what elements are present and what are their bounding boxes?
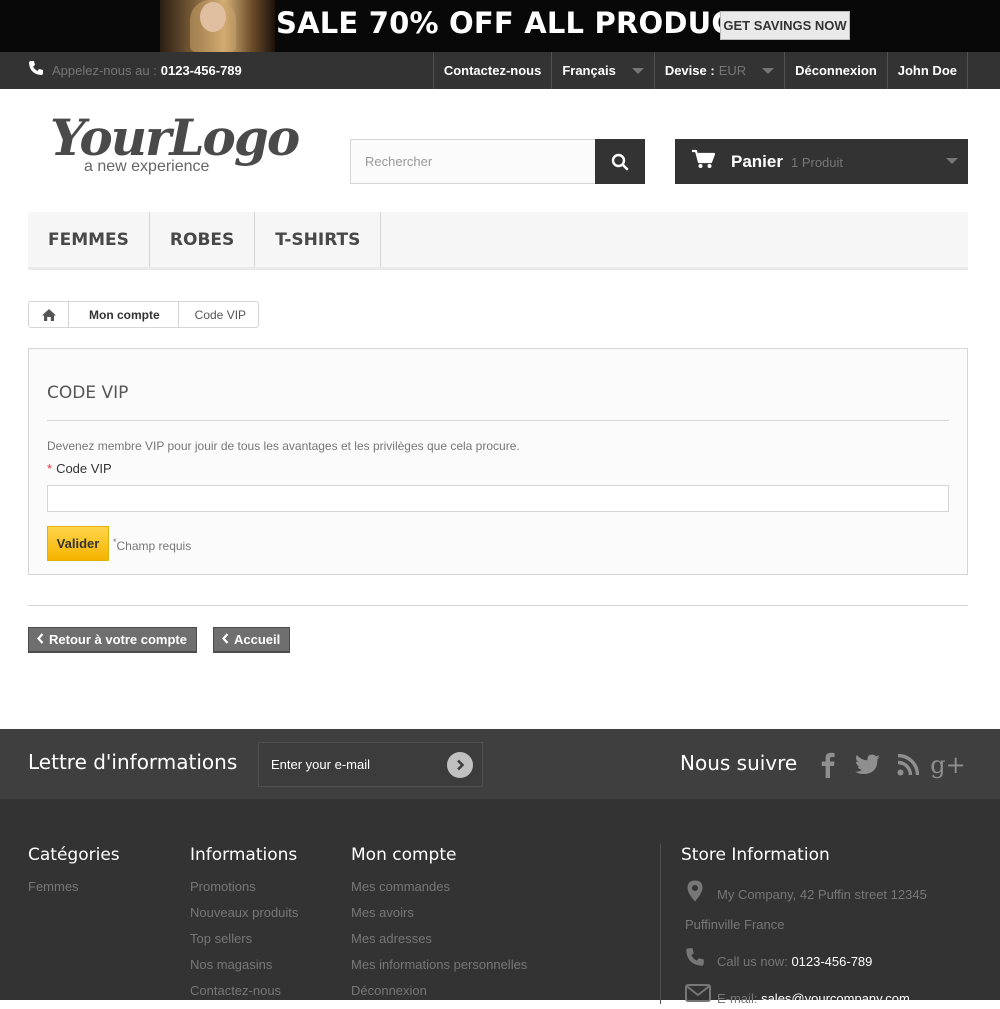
footer-link[interactable]: Déconnexion [351,983,527,1009]
store-address-2: Puffinville France [685,917,785,932]
required-note-text: Champ requis [116,539,192,553]
currency-label: Devise : [664,63,715,78]
footer: Catégories Femmes Informations Promotion… [0,799,1000,1006]
banner-model-image [160,0,275,52]
language-selector[interactable]: Français [551,52,653,89]
store-phone-number: 0123-456-789 [791,954,873,969]
store-email-link[interactable]: sales@yourcompany.com [761,991,910,1006]
footer-account-title: Mon compte [351,845,457,865]
site-logo[interactable]: YourLogo a new experience [50,108,300,188]
footer-link[interactable]: Contactez-nous [190,983,298,1009]
twitter-icon[interactable] [854,751,882,779]
cart-icon [691,149,716,174]
footer-link[interactable]: Mes adresses [351,931,527,957]
phone-contact: Appelez-nous au : 0123-456-789 [28,52,242,89]
google-plus-icon[interactable]: g+ [930,751,965,779]
submit-button[interactable]: Valider [47,526,109,561]
logo-tagline: a new experience [84,158,210,175]
top-nav: Appelez-nous au : 0123-456-789 Contactez… [0,52,1000,89]
footer-link[interactable]: Nos magasins [190,957,298,983]
page-title: CODE VIP [47,383,129,403]
phone-number: 0123-456-789 [160,63,242,78]
call-label: Appelez-nous au : [52,63,157,78]
search-form [350,139,645,184]
chevron-down-icon [631,67,644,74]
vip-code-panel: CODE VIP Devenez membre VIP pour jouir d… [28,348,968,575]
footer-store-info: Store Information [681,845,981,879]
cart-count: 1 Produit [790,155,844,170]
get-savings-button[interactable]: GET SAVINGS NOW [720,11,850,40]
search-icon [611,153,629,170]
back-to-account-label: Retour à votre compte [49,632,187,647]
envelope-icon [685,984,711,1007]
banner-title: SALE 70% OFF ALL PRODUCTS [276,6,774,40]
promo-banner[interactable]: SALE 70% OFF ALL PRODUCTS GET SAVINGS NO… [0,0,1000,52]
vip-field-label-text: Code VIP [56,461,112,476]
footer-information: Informations Promotions Nouveaux produit… [190,845,298,1009]
search-input[interactable] [350,139,595,184]
footer-link[interactable]: Mes informations personnelles [351,957,527,983]
map-marker-icon [687,880,703,907]
search-button[interactable] [595,139,645,184]
user-account-link[interactable]: John Doe [886,52,968,89]
vip-description: Devenez membre VIP pour jouir de tous le… [47,439,520,453]
follow-title: Nous suivre [680,751,798,775]
phone-icon [28,60,44,81]
contact-link[interactable]: Contactez-nous [432,52,552,89]
menu-item-tshirts[interactable]: T-SHIRTS [255,212,382,267]
required-note: *Champ requis [113,537,191,553]
currency-selector[interactable]: Devise : EUR [653,52,784,89]
home-icon [41,308,56,321]
footer-link[interactable]: Top sellers [190,931,298,957]
footer-categories: Catégories Femmes [28,845,120,905]
cart-button[interactable]: Panier 1 Produit [675,139,968,184]
footer-separator [660,844,661,1004]
footer-information-title: Informations [190,845,298,865]
menu-item-robes[interactable]: ROBES [150,212,256,267]
footer-categories-title: Catégories [28,845,120,865]
footer-link[interactable]: Nouveaux produits [190,905,298,931]
language-label: Français [562,63,616,78]
home-button-label: Accueil [234,632,281,647]
store-email: E-mail: sales@yourcompany.com [717,991,910,1006]
footer-account: Mon compte Mes commandes Mes avoirs Mes … [351,845,527,1009]
store-phone: Call us now: 0123-456-789 [717,954,872,969]
footer-link[interactable]: Femmes [28,879,120,905]
vip-code-input[interactable] [47,485,949,512]
main-menu: FEMMES ROBES T-SHIRTS [28,212,968,270]
footer-store-title: Store Information [681,845,830,865]
home-button[interactable]: Accueil [213,627,291,653]
store-address-1: My Company, 42 Puffin street 12345 [717,887,927,902]
rss-icon[interactable] [894,751,922,779]
footer-link[interactable]: Mes commandes [351,879,527,905]
content-divider [28,605,968,606]
newsletter-bar: Lettre d'informations Nous suivre g+ [0,729,1000,799]
title-divider [47,420,949,421]
facebook-icon[interactable] [814,751,842,779]
back-to-account-button[interactable]: Retour à votre compte [28,627,197,653]
phone-icon [685,947,705,972]
store-email-label: E-mail: [717,991,758,1006]
breadcrumb-current: Code VIP [194,307,247,322]
breadcrumb-account[interactable]: Mon compte [69,302,179,327]
footer-link[interactable]: Promotions [190,879,298,905]
chevron-left-icon [37,632,44,647]
vip-field-label: * Code VIP [47,461,112,476]
breadcrumb: Mon compte Code VIP [28,301,260,328]
newsletter-title: Lettre d'informations [28,750,238,774]
chevron-left-icon [222,632,229,647]
chevron-down-icon [946,158,958,164]
breadcrumb-home[interactable] [29,302,69,327]
chevron-down-icon [762,67,775,74]
newsletter-submit-button[interactable] [447,752,473,778]
logout-link[interactable]: Déconnexion [784,52,887,89]
menu-item-femmes[interactable]: FEMMES [28,212,150,267]
required-mark: * [47,461,53,476]
cart-label: Panier [731,151,783,171]
arrow-right-icon [457,759,465,771]
currency-value: EUR [718,63,747,78]
store-call-label: Call us now: [717,954,788,969]
footer-link[interactable]: Mes avoirs [351,905,527,931]
